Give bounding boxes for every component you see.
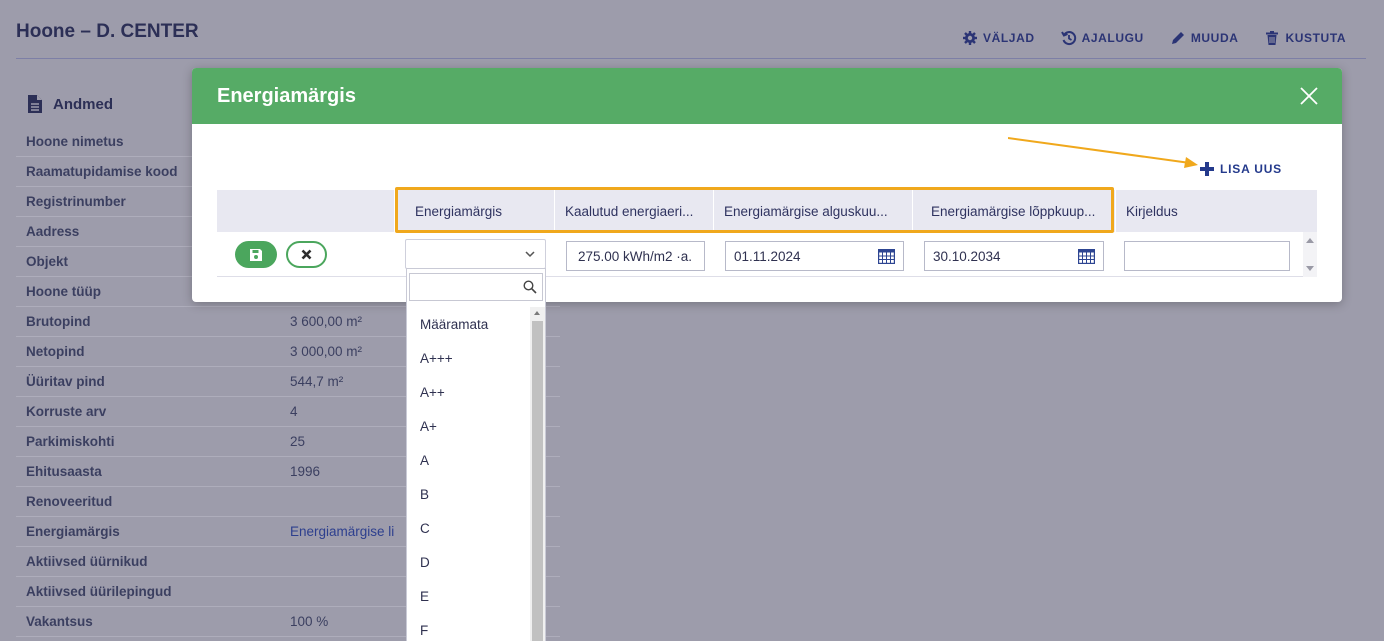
column-header-actions (217, 190, 395, 232)
annotation-arrow (1008, 137, 1198, 168)
energy-label-link[interactable]: Energiamärgise li (290, 524, 394, 539)
detail-value: 4 (290, 404, 298, 419)
detail-value: 3 000,00 m² (290, 344, 363, 359)
detail-value: 3 600,00 m² (290, 314, 363, 329)
table-row: 275.00 kWh/m2 ·a. 01.11.2024 30.10.2034 (217, 232, 1317, 277)
cancel-button[interactable] (286, 241, 327, 268)
history-button[interactable]: AJALUGU (1060, 30, 1144, 46)
section-title: Andmed (26, 94, 113, 114)
detail-label: Aktiivsed üürilepingud (26, 584, 172, 599)
dropdown-option[interactable]: A+ (407, 409, 529, 443)
toolbar: VÄLJAD AJALUGU MUUDA KUSTUTA (962, 30, 1372, 46)
energy-label-grid: Energiamärgis Kaalutud energiaeri... Ene… (217, 187, 1317, 277)
column-header-end-date[interactable]: Energiamärgise lõppkuup... (913, 190, 1116, 232)
delete-button-label: KUSTUTA (1285, 31, 1347, 45)
column-header-description[interactable]: Kirjeldus (1116, 190, 1317, 232)
detail-label: Vakantsus (26, 614, 93, 629)
energy-class-select[interactable] (405, 239, 546, 269)
close-icon (301, 249, 312, 260)
detail-label: Netopind (26, 344, 85, 359)
column-header-energy-label[interactable]: Energiamärgis (395, 190, 555, 232)
energy-label-modal: Energiamärgis LISA UUS Energiamärgis Kaa… (192, 68, 1342, 302)
scroll-up-icon[interactable] (534, 311, 540, 315)
page-title: Hoone – D. CENTER (16, 21, 199, 42)
end-date-input[interactable]: 30.10.2034 (924, 241, 1104, 271)
dropdown-option[interactable]: E (407, 579, 529, 613)
section-title-label: Andmed (53, 95, 113, 113)
calendar-icon[interactable] (878, 249, 895, 264)
search-icon (523, 280, 537, 294)
delete-button[interactable]: KUSTUTA (1264, 30, 1346, 46)
history-button-label: AJALUGU (1081, 31, 1144, 45)
dropdown-option[interactable]: A (407, 443, 529, 477)
start-date-value: 01.11.2024 (734, 248, 801, 264)
fields-button-label: VÄLJAD (983, 31, 1035, 45)
detail-value: 1996 (290, 464, 321, 479)
header-divider (16, 58, 1366, 59)
fields-button[interactable]: VÄLJAD (962, 30, 1035, 46)
grid-header: Energiamärgis Kaalutud energiaeri... Ene… (217, 187, 1317, 233)
detail-label: Üüritav pind (26, 374, 105, 389)
column-header-weighted-energy[interactable]: Kaalutud energiaeri... (555, 190, 714, 232)
weighted-energy-input[interactable]: 275.00 kWh/m2 ·a. (566, 241, 705, 271)
detail-value: 25 (290, 434, 306, 449)
dropdown-option[interactable]: D (407, 545, 529, 579)
detail-label: Ehitusaasta (26, 464, 102, 479)
detail-label: Energiamärgis (26, 524, 120, 539)
close-button[interactable] (1298, 85, 1320, 107)
history-icon (1060, 31, 1076, 46)
modal-header: Energiamärgis (192, 68, 1342, 124)
column-header-start-date[interactable]: Energiamärgise alguskuu... (714, 190, 913, 232)
chevron-down-icon (525, 251, 535, 258)
plus-icon (1200, 162, 1214, 176)
dropdown-option[interactable]: B (407, 477, 529, 511)
add-new-button[interactable]: LISA UUS (1200, 162, 1282, 176)
scroll-up-icon[interactable] (1306, 238, 1314, 243)
dropdown-option[interactable]: A++ (407, 375, 529, 409)
modal-title: Energiamärgis (217, 84, 356, 107)
calendar-icon[interactable] (1078, 249, 1095, 264)
detail-label: Brutopind (26, 314, 91, 329)
detail-label: Renoveeritud (26, 494, 113, 509)
add-new-label: LISA UUS (1220, 162, 1282, 176)
document-icon (28, 95, 42, 113)
description-input[interactable] (1124, 241, 1290, 271)
gear-icon (963, 31, 977, 45)
dropdown-option[interactable]: C (407, 511, 529, 545)
edit-button[interactable]: MUUDA (1170, 30, 1239, 46)
scroll-down-icon[interactable] (1306, 266, 1314, 271)
save-button[interactable] (235, 241, 277, 268)
end-date-value: 30.10.2034 (933, 248, 1001, 264)
edit-button-label: MUUDA (1190, 31, 1239, 45)
pencil-icon (1171, 32, 1184, 44)
save-icon (250, 248, 262, 261)
detail-label: Korruste arv (26, 404, 107, 419)
energy-class-dropdown: Määramata A+++ A++ A+ A B C D E F (406, 268, 546, 641)
dropdown-scrollbar[interactable] (530, 307, 545, 641)
scrollbar-thumb[interactable] (532, 321, 543, 641)
detail-value: 544,7 m² (290, 374, 344, 389)
dropdown-options: Määramata A+++ A++ A+ A B C D E F (407, 307, 529, 641)
dropdown-search-input[interactable] (409, 273, 543, 301)
start-date-input[interactable]: 01.11.2024 (725, 241, 904, 271)
dropdown-option[interactable]: F (407, 613, 529, 641)
trash-icon (1266, 31, 1279, 45)
detail-value: 100 % (290, 614, 329, 629)
dropdown-option[interactable]: Määramata (407, 307, 529, 341)
detail-label: Aktiivsed üürnikud (26, 554, 148, 569)
grid-scrollbar[interactable] (1303, 232, 1317, 277)
close-icon (1300, 87, 1318, 105)
detail-label: Parkimiskohti (26, 434, 115, 449)
dropdown-option[interactable]: A+++ (407, 341, 529, 375)
